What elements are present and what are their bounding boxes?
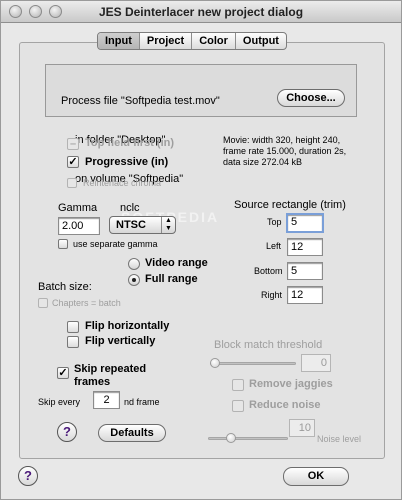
flip-horizontally-checkbox[interactable] — [67, 321, 79, 333]
noise-level-value[interactable]: 10 — [289, 419, 315, 437]
tab-output[interactable]: Output — [236, 33, 286, 49]
block-match-slider-track — [210, 362, 296, 365]
title-bar: JES Deinterlacer new project dialog — [1, 1, 401, 23]
full-range-label: Full range — [145, 273, 198, 285]
reinterlace-chroma-checkbox[interactable] — [67, 178, 77, 188]
reduce-noise-label: Reduce noise — [249, 399, 321, 411]
movie-info: Movie: width 320, height 240, frame rate… — [223, 135, 346, 168]
window-title: JES Deinterlacer new project dialog — [98, 5, 304, 19]
choose-button[interactable]: Choose... — [277, 89, 345, 107]
skip-repeated-line1: Skip repeated — [74, 363, 147, 375]
dialog-help-button[interactable]: ? — [18, 466, 38, 486]
nclc-select[interactable]: NTSC ▲ ▼ — [109, 216, 176, 234]
tab-project[interactable]: Project — [140, 33, 193, 49]
progressive-checkbox[interactable]: ✓ — [67, 156, 79, 168]
skip-repeated-frames-label: Skip repeated frames — [74, 363, 146, 389]
nclc-value: NTSC — [116, 219, 146, 231]
remove-jaggies-label: Remove jaggies — [249, 378, 333, 390]
source-left-label: Left — [266, 241, 282, 251]
nclc-label: nclc — [120, 202, 140, 214]
chevron-updown-icon: ▲ ▼ — [161, 217, 175, 233]
tab-bar: Input Project Color Output — [97, 32, 287, 50]
use-separate-gamma-label: use separate gamma — [73, 239, 158, 249]
source-left-input[interactable]: 12 — [287, 238, 323, 256]
flip-horizontally-label: Flip horizontally — [85, 320, 170, 332]
skip-every-label: Skip every — [38, 397, 81, 407]
noise-level-slider-track — [208, 437, 288, 440]
flip-vertically-label: Flip vertically — [85, 335, 156, 347]
defaults-button[interactable]: Defaults — [98, 424, 166, 442]
movie-info-size: data size 272.04 kB — [223, 157, 303, 167]
ok-button[interactable]: OK — [283, 467, 349, 486]
reduce-noise-checkbox[interactable] — [232, 400, 244, 412]
gamma-input[interactable]: 2.00 — [58, 217, 100, 235]
source-top-label: Top — [267, 217, 282, 227]
block-match-value[interactable]: 0 — [301, 354, 331, 372]
skip-every-input[interactable]: 2 — [93, 391, 120, 409]
reinterlace-chroma-label: Reinterlace chroma — [83, 178, 162, 188]
noise-level-slider-knob[interactable] — [226, 433, 236, 443]
noise-level-label: Noise level — [317, 434, 362, 444]
gamma-label: Gamma — [58, 202, 98, 214]
skip-repeated-frames-checkbox[interactable]: ✓ — [57, 367, 69, 379]
chapters-batch-checkbox[interactable] — [38, 298, 48, 308]
block-match-slider[interactable] — [210, 358, 296, 368]
source-rectangle-title: Source rectangle (trim) — [234, 199, 346, 211]
top-field-first-checkbox[interactable]: – — [67, 138, 79, 150]
source-bottom-input[interactable]: 5 — [287, 262, 323, 280]
chapters-batch-label: Chapters = batch — [52, 298, 121, 308]
progressive-label: Progressive (in) — [85, 156, 169, 168]
source-bottom-label: Bottom — [254, 266, 283, 276]
top-field-first-label: Top field first (in) — [85, 137, 175, 149]
batch-size-label: Batch size: — [38, 281, 92, 293]
tab-input[interactable]: Input — [98, 33, 140, 49]
skip-every-suffix: nd frame — [124, 397, 160, 407]
panel-help-button[interactable]: ? — [57, 422, 77, 442]
flip-vertically-checkbox[interactable] — [67, 336, 79, 348]
skip-repeated-line2: frames — [74, 376, 111, 388]
tab-color[interactable]: Color — [192, 33, 236, 49]
file-name-line: Process file "Softpedia test.mov" — [61, 95, 220, 107]
video-range-radio[interactable] — [128, 258, 140, 270]
movie-info-dimensions: Movie: width 320, height 240, — [223, 135, 341, 145]
source-right-input[interactable]: 12 — [287, 286, 323, 304]
source-right-label: Right — [261, 290, 283, 300]
source-top-input[interactable]: 5 — [286, 213, 324, 233]
block-match-slider-knob[interactable] — [210, 358, 220, 368]
movie-info-rate: frame rate 15.000, duration 2s, — [223, 146, 347, 156]
block-match-threshold-label: Block match threshold — [214, 339, 323, 351]
remove-jaggies-checkbox[interactable] — [232, 379, 244, 391]
use-separate-gamma-checkbox[interactable] — [58, 239, 68, 249]
full-range-radio[interactable] — [128, 274, 140, 286]
video-range-label: Video range — [145, 257, 208, 269]
dialog-window: JES Deinterlacer new project dialog Inpu… — [0, 0, 402, 500]
noise-level-slider[interactable] — [208, 433, 288, 443]
